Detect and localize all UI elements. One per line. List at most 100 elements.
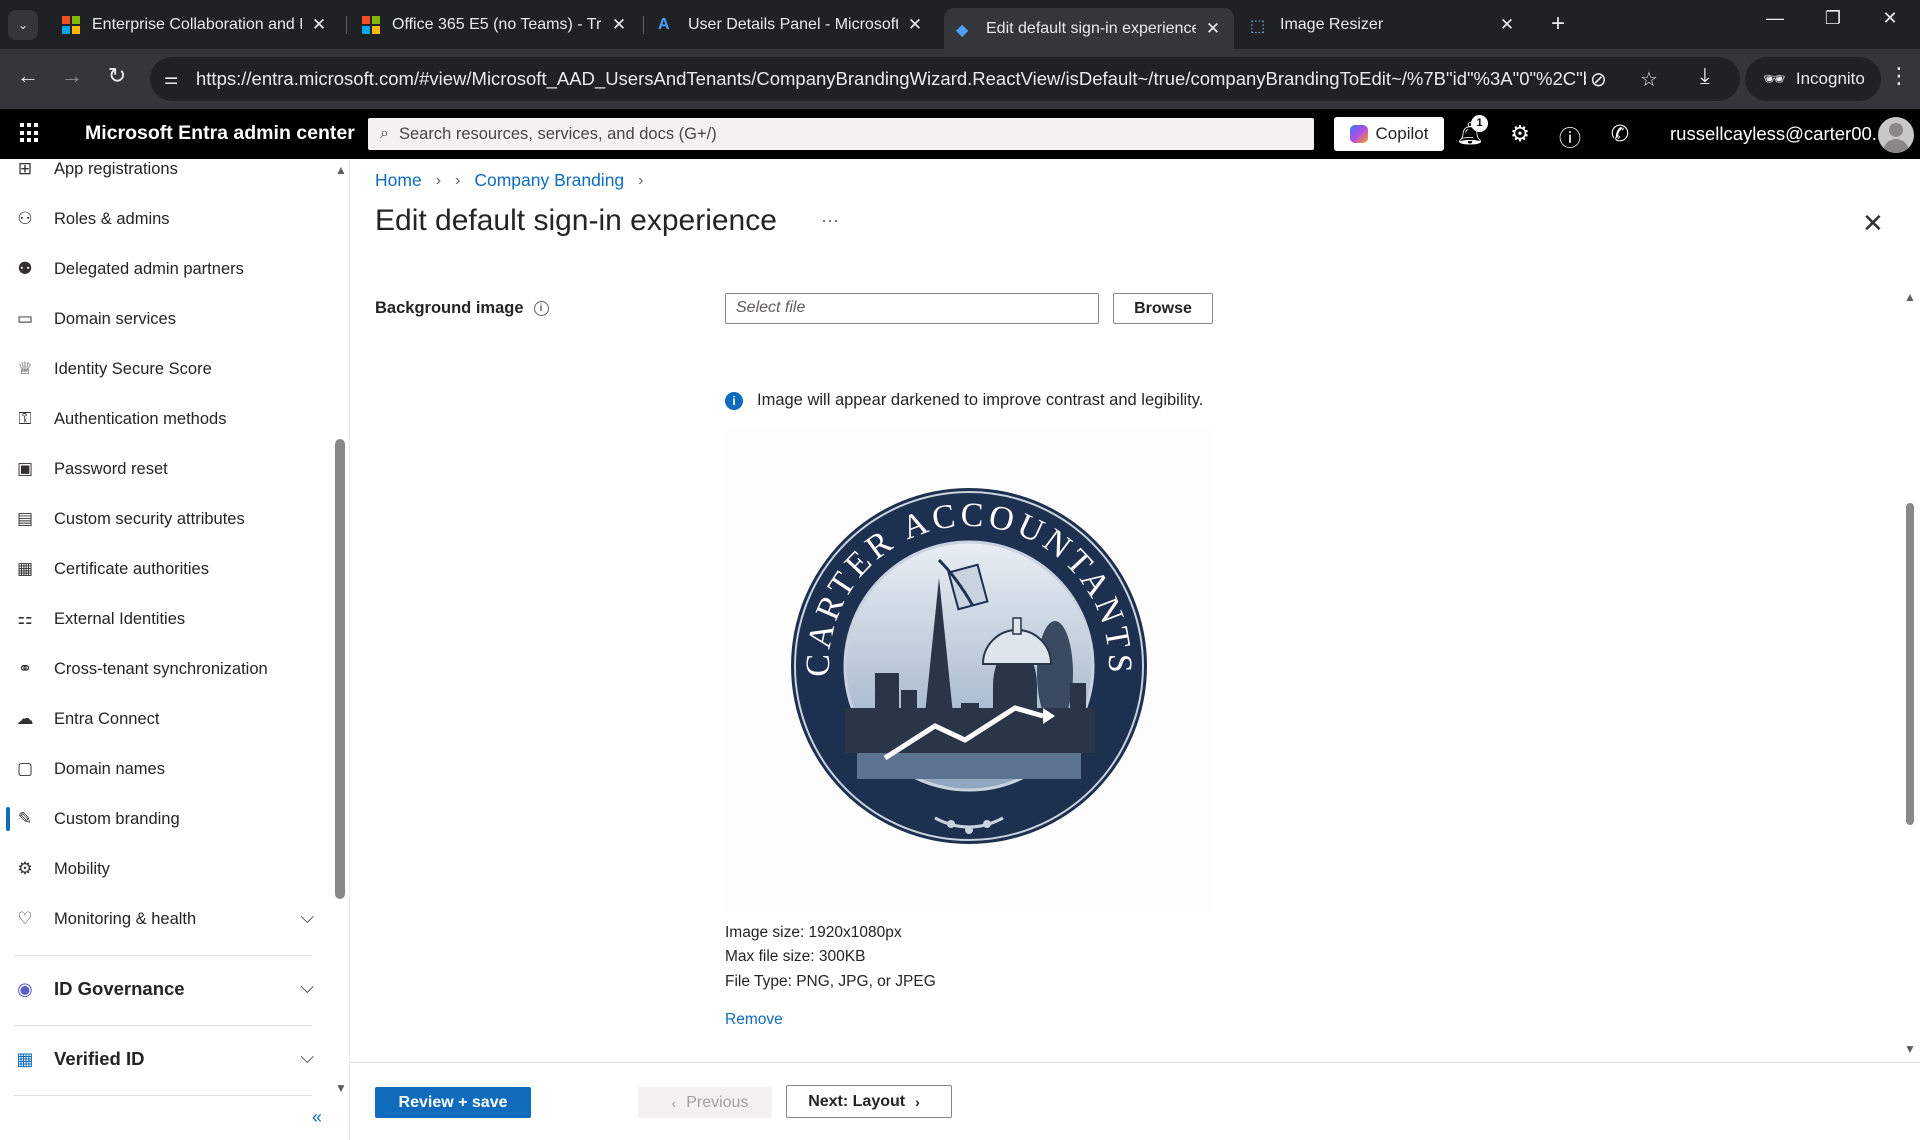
- user-avatar[interactable]: [1878, 117, 1914, 153]
- chevron-down-icon: ⌵: [300, 1047, 314, 1067]
- browser-tab-5[interactable]: ⬚ Image Resizer ✕: [1238, 8, 1528, 41]
- close-tab-icon[interactable]: ✕: [310, 15, 328, 35]
- review-save-button[interactable]: Review + save: [375, 1087, 531, 1118]
- domain-services-icon: ▭: [16, 309, 34, 328]
- browser-tab-3[interactable]: A User Details Panel - Microsoft 3 ✕: [646, 8, 936, 41]
- sidebar-item-password-reset[interactable]: ▣ Password reset: [0, 449, 330, 489]
- browser-menu-icon[interactable]: ⋮: [1888, 63, 1910, 89]
- minimize-button[interactable]: —: [1755, 8, 1795, 29]
- breadcrumb-home[interactable]: Home: [375, 170, 422, 191]
- global-search-input[interactable]: ⌕ Search resources, services, and docs (…: [368, 118, 1314, 150]
- partners-icon: ⚉: [17, 259, 33, 278]
- sidebar-group-id-governance[interactable]: ◉ ID Governance ⌵: [0, 967, 330, 1011]
- id-governance-icon: ◉: [17, 978, 33, 999]
- sidebar-item-cross-tenant-sync[interactable]: ⚭ Cross-tenant synchronization: [0, 649, 330, 689]
- sidebar-item-roles-admins[interactable]: ⚇ Roles & admins: [0, 199, 330, 239]
- window-close-button[interactable]: ✕: [1870, 8, 1910, 29]
- cloud-sync-icon: ☁: [16, 709, 34, 728]
- file-type-text: File Type: PNG, JPG, or JPEG: [725, 973, 936, 990]
- bookmark-star-icon[interactable]: ☆: [1640, 67, 1658, 92]
- close-tab-icon[interactable]: ✕: [1498, 15, 1516, 35]
- next-layout-button[interactable]: Next: Layout ›: [786, 1085, 952, 1118]
- sidebar-item-certificate-authorities[interactable]: ▦ Certificate authorities: [0, 549, 330, 589]
- sidebar-item-external-identities[interactable]: ⚏ External Identities: [0, 599, 330, 639]
- sidebar-item-app-registrations[interactable]: ⊞ App registrations: [0, 159, 330, 189]
- sidebar-item-mobility[interactable]: ⚙ Mobility: [0, 849, 330, 889]
- portal-name[interactable]: Microsoft Entra admin center: [85, 122, 355, 145]
- background-image-label: Background image i: [375, 299, 549, 318]
- browser-tab-2[interactable]: Office 365 E5 (no Teams) - Trial ✕: [350, 8, 640, 41]
- info-icon[interactable]: i: [533, 301, 549, 316]
- tab-search-button[interactable]: ⌄: [8, 10, 38, 40]
- sidebar-item-custom-security-attributes[interactable]: ▤ Custom security attributes: [0, 499, 330, 539]
- back-button[interactable]: ←: [12, 63, 44, 89]
- incognito-indicator[interactable]: 🕶 Incognito: [1745, 57, 1881, 101]
- address-bar[interactable]: ⚌ https://entra.microsoft.com/#view/Micr…: [150, 57, 1740, 101]
- close-tab-icon[interactable]: ✕: [906, 15, 924, 35]
- close-tab-icon[interactable]: ✕: [610, 15, 628, 35]
- sidebar-item-label: Custom branding: [54, 809, 180, 828]
- url-text[interactable]: https://entra.microsoft.com/#view/Micros…: [196, 68, 1586, 90]
- eye-off-icon[interactable]: ⊘: [1590, 67, 1607, 92]
- sidebar-item-label: Monitoring & health: [54, 909, 197, 928]
- copilot-button[interactable]: Copilot: [1334, 117, 1444, 151]
- sidebar-item-label: Domain names: [54, 759, 165, 778]
- browse-button[interactable]: Browse: [1113, 293, 1213, 324]
- sidebar-item-label: Roles & admins: [54, 209, 170, 228]
- notification-count-badge: 1: [1471, 115, 1488, 132]
- sidebar-item-delegated-admin-partners[interactable]: ⚉ Delegated admin partners: [0, 249, 330, 289]
- scroll-down-arrow[interactable]: ▼: [335, 1081, 347, 1095]
- resize-icon: ⬚: [1250, 17, 1266, 35]
- scroll-up-arrow[interactable]: ▲: [335, 163, 347, 177]
- microsoft-logo-icon: [62, 15, 80, 34]
- sidebar-item-entra-connect[interactable]: ☁ Entra Connect: [0, 699, 330, 739]
- sidebar-item-authentication-methods[interactable]: ⚿ Authentication methods: [0, 399, 330, 439]
- verified-id-icon: ▦: [16, 1048, 34, 1069]
- sidebar-group-verified-id[interactable]: ▦ Verified ID ⌵: [0, 1037, 330, 1081]
- file-select-input[interactable]: Select file: [725, 293, 1099, 324]
- feedback-icon[interactable]: ✆: [1606, 121, 1634, 147]
- chevron-right-icon: ›: [915, 1093, 920, 1110]
- sidebar-divider: [14, 1025, 312, 1026]
- browser-tab-4[interactable]: ◆ Edit default sign-in experience - ✕: [944, 8, 1234, 49]
- previous-button[interactable]: ‹ Previous: [638, 1087, 772, 1118]
- reload-button[interactable]: ↻: [101, 63, 133, 89]
- browser-tabstrip: ⌄ Enterprise Collaboration and Pr ✕ Offi…: [0, 0, 1920, 49]
- restore-button[interactable]: ❐: [1813, 8, 1853, 29]
- microsoft-logo-icon: [362, 15, 380, 34]
- copilot-label: Copilot: [1375, 124, 1429, 143]
- sidebar-item-label: Entra Connect: [54, 709, 160, 728]
- content-scroll-thumb[interactable]: [1906, 503, 1914, 825]
- breadcrumb-company-branding[interactable]: Company Branding: [474, 170, 624, 191]
- app-launcher-icon[interactable]: [20, 123, 40, 143]
- sidebar-item-monitoring-health[interactable]: ♡ Monitoring & health ⌵: [0, 899, 330, 939]
- help-icon[interactable]: ⓘ: [1556, 121, 1584, 153]
- more-options-icon[interactable]: ···: [821, 210, 839, 231]
- content-scroll-up-arrow[interactable]: ▲: [1904, 290, 1916, 304]
- close-blade-icon[interactable]: ✕: [1862, 208, 1884, 239]
- new-tab-button[interactable]: +: [1544, 10, 1572, 38]
- sidebar-item-domain-services[interactable]: ▭ Domain services: [0, 299, 330, 339]
- sidebar-item-domain-names[interactable]: ▢ Domain names: [0, 749, 330, 789]
- sidebar-item-label: Cross-tenant synchronization: [54, 659, 268, 678]
- info-filled-icon: i: [725, 391, 743, 410]
- signed-in-user[interactable]: russellcayless@carter00...: [1670, 123, 1887, 145]
- close-tab-icon[interactable]: ✕: [1204, 19, 1222, 39]
- download-icon[interactable]: ⤓: [1700, 63, 1710, 89]
- content-scroll-down-arrow[interactable]: ▼: [1904, 1042, 1916, 1056]
- breadcrumb: Home › › Company Branding ›: [375, 170, 657, 191]
- remove-link[interactable]: Remove: [725, 1011, 783, 1029]
- left-navigation: ⊞ App registrations ⚇ Roles & admins ⚉ D…: [0, 159, 350, 1140]
- forward-button[interactable]: →: [56, 63, 88, 89]
- page-title: Edit default sign-in experience: [375, 204, 777, 237]
- collapse-sidebar-icon[interactable]: «: [312, 1107, 322, 1128]
- chevron-down-icon: ⌵: [300, 977, 314, 997]
- trophy-icon: ♕: [17, 359, 33, 378]
- browser-tab-1[interactable]: Enterprise Collaboration and Pr ✕: [50, 8, 340, 41]
- sidebar-item-identity-secure-score[interactable]: ♕ Identity Secure Score: [0, 349, 330, 389]
- site-info-icon[interactable]: ⚌: [164, 69, 184, 89]
- sidebar-scroll-thumb[interactable]: [335, 439, 345, 899]
- sidebar-item-custom-branding[interactable]: ✎ Custom branding: [0, 799, 330, 839]
- sidebar-item-label: App registrations: [54, 159, 178, 178]
- settings-gear-icon[interactable]: ⚙: [1506, 121, 1534, 147]
